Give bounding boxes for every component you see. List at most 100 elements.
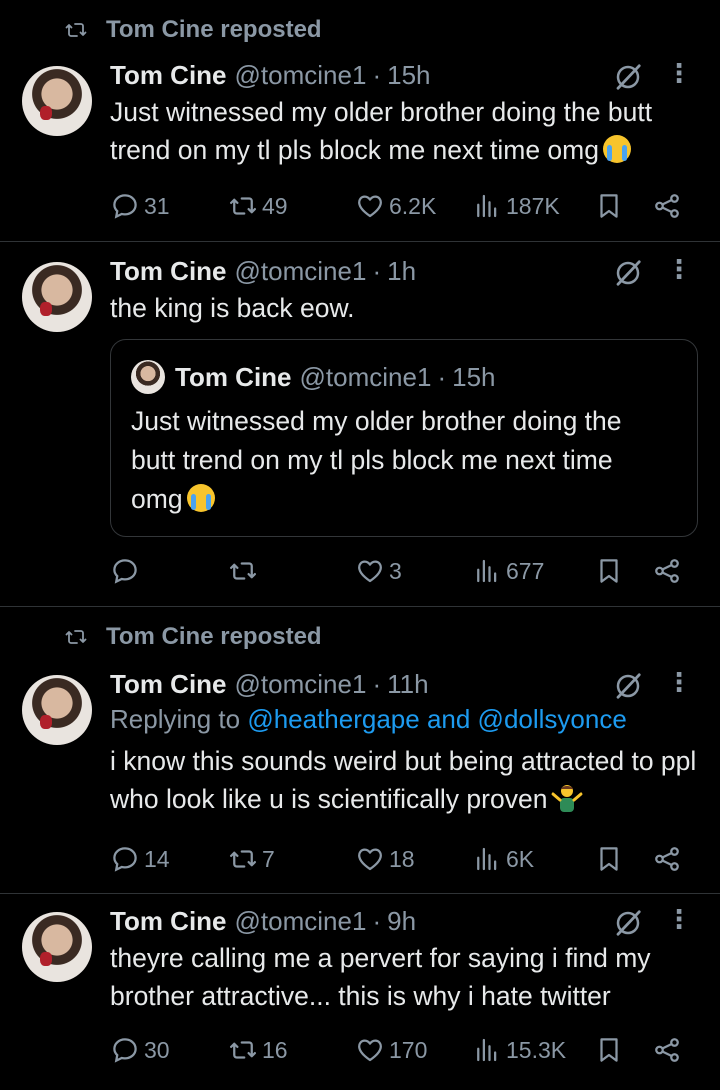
bookmark-button[interactable] xyxy=(594,556,624,586)
views-button[interactable]: 6K xyxy=(472,844,534,874)
repost-button[interactable]: 7 xyxy=(228,844,275,874)
more-icon[interactable]: ⋮ xyxy=(666,58,693,89)
author-handle[interactable]: @tomcine1 xyxy=(235,60,367,91)
separator-dot: · xyxy=(372,256,382,286)
reply-button[interactable]: 30 xyxy=(110,1035,170,1065)
author-handle[interactable]: @tomcine1 xyxy=(235,256,367,287)
quoted-avatar xyxy=(131,360,165,394)
separator-dot: · xyxy=(372,906,382,936)
share-button[interactable] xyxy=(652,191,682,221)
timestamp[interactable]: 15h xyxy=(387,60,430,91)
like-button[interactable]: 18 xyxy=(355,844,415,874)
reply-button[interactable]: 31 xyxy=(110,191,170,221)
author-name[interactable]: Tom Cine xyxy=(110,60,227,91)
views-icon xyxy=(472,844,502,874)
grok-icon[interactable] xyxy=(613,908,643,938)
post-2[interactable]: Tom Cine @tomcine1 · 1h ⋮ the king is ba… xyxy=(0,242,720,607)
quoted-author-name: Tom Cine xyxy=(175,361,292,392)
bookmark-icon xyxy=(594,844,624,874)
avatar[interactable] xyxy=(22,262,92,332)
grok-icon[interactable] xyxy=(613,671,643,701)
separator-dot: · xyxy=(372,669,382,699)
repost-label-text: Tom Cine reposted xyxy=(106,623,322,650)
more-icon[interactable]: ⋮ xyxy=(666,904,693,935)
author-handle[interactable]: @tomcine1 xyxy=(235,669,367,700)
like-count: 6.2K xyxy=(389,192,437,219)
views-icon xyxy=(472,191,502,221)
person-shrugging-icon xyxy=(551,782,583,814)
share-icon xyxy=(652,844,682,874)
share-button[interactable] xyxy=(652,844,682,874)
views-button[interactable]: 187K xyxy=(472,191,560,221)
reply-button[interactable]: 14 xyxy=(110,844,170,874)
author-name[interactable]: Tom Cine xyxy=(110,906,227,937)
post-header: Tom Cine @tomcine1 · 9h xyxy=(110,906,698,937)
repost-button[interactable]: 16 xyxy=(228,1035,288,1065)
reply-icon xyxy=(110,191,140,221)
author-name[interactable]: Tom Cine xyxy=(110,669,227,700)
bookmark-button[interactable] xyxy=(594,191,624,221)
repost-icon xyxy=(228,1035,258,1065)
views-icon xyxy=(472,1035,502,1065)
share-button[interactable] xyxy=(652,1035,682,1065)
repost-label: Tom Cine reposted xyxy=(60,623,322,651)
avatar[interactable] xyxy=(22,912,92,982)
more-icon[interactable]: ⋮ xyxy=(666,254,693,285)
like-count: 18 xyxy=(389,845,415,872)
bookmark-icon xyxy=(594,191,624,221)
author-name[interactable]: Tom Cine xyxy=(110,256,227,287)
reply-icon xyxy=(110,1035,140,1065)
grok-icon[interactable] xyxy=(613,62,643,92)
quoted-post-header: Tom Cine @tomcine1 · 15h xyxy=(131,360,496,394)
post-header: Tom Cine @tomcine1 · 15h xyxy=(110,60,698,91)
loudly-crying-face-icon xyxy=(186,484,215,512)
reply-count: 30 xyxy=(144,1036,170,1063)
post-text: the king is back eow. xyxy=(110,293,355,323)
avatar[interactable] xyxy=(22,675,92,745)
repost-count: 7 xyxy=(262,845,275,872)
views-count: 187K xyxy=(506,192,560,219)
more-icon[interactable]: ⋮ xyxy=(666,667,693,698)
post-3[interactable]: Tom Cine reposted Tom Cine @tomcine1 · 1… xyxy=(0,607,720,894)
timestamp[interactable]: 1h xyxy=(387,256,416,287)
bookmark-button[interactable] xyxy=(594,844,624,874)
repost-button[interactable] xyxy=(228,556,262,586)
repost-count: 16 xyxy=(262,1036,288,1063)
post-header: Tom Cine @tomcine1 · 11h xyxy=(110,669,698,700)
bookmark-icon xyxy=(594,556,624,586)
like-button[interactable]: 170 xyxy=(355,1035,427,1065)
quoted-post-text: Just witnessed my older brother doing th… xyxy=(131,406,622,514)
like-button[interactable]: 3 xyxy=(355,556,402,586)
views-button[interactable]: 15.3K xyxy=(472,1035,566,1065)
quoted-post[interactable]: Tom Cine @tomcine1 · 15h Just witnessed … xyxy=(110,339,698,537)
separator-dot: · xyxy=(372,60,382,90)
repost-icon xyxy=(228,191,258,221)
repost-button[interactable]: 49 xyxy=(228,191,288,221)
repost-count: 49 xyxy=(262,192,288,219)
replying-users-link[interactable]: @heathergape and @dollsyonce xyxy=(247,704,627,734)
share-icon xyxy=(652,556,682,586)
post-1[interactable]: Tom Cine reposted Tom Cine @tomcine1 · 1… xyxy=(0,0,720,242)
timestamp[interactable]: 11h xyxy=(387,669,428,700)
bookmark-icon xyxy=(594,1035,624,1065)
post-4[interactable]: Tom Cine @tomcine1 · 9h ⋮ theyre calling… xyxy=(0,894,720,1090)
like-icon xyxy=(355,556,385,586)
views-count: 677 xyxy=(506,557,545,584)
share-icon xyxy=(652,191,682,221)
avatar[interactable] xyxy=(22,66,92,136)
bookmark-button[interactable] xyxy=(594,1035,624,1065)
share-button[interactable] xyxy=(652,556,682,586)
grok-icon[interactable] xyxy=(613,258,643,288)
author-handle[interactable]: @tomcine1 xyxy=(235,906,367,937)
replying-prefix: Replying to xyxy=(110,704,241,734)
repost-icon xyxy=(60,625,92,649)
like-button[interactable]: 6.2K xyxy=(355,191,436,221)
timestamp[interactable]: 9h xyxy=(387,906,416,937)
repost-label-text: Tom Cine reposted xyxy=(106,16,322,43)
reply-icon xyxy=(110,844,140,874)
reply-button[interactable] xyxy=(110,556,144,586)
views-count: 6K xyxy=(506,845,535,872)
views-count: 15.3K xyxy=(506,1036,567,1063)
views-button[interactable]: 677 xyxy=(472,556,544,586)
repost-icon xyxy=(60,18,92,42)
